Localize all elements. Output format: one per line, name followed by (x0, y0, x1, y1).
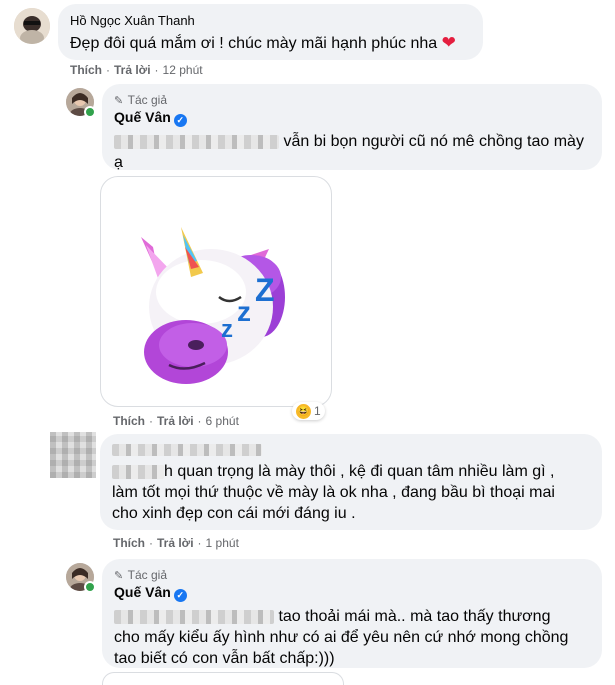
reply-button[interactable]: Trả lời (157, 536, 194, 550)
comment-actions-2: Thích · Trả lời · 6 phút (113, 414, 239, 428)
comment-text-line-1: tao thoải mái mà.. mà tao thấy thương (278, 608, 551, 625)
author-row: Quế Vân ✓ (114, 109, 590, 127)
unicorn-sticker-image: z z Z (141, 227, 285, 384)
avatar-photo (14, 8, 50, 44)
comment-author[interactable]: Quế Vân (114, 584, 171, 600)
comment-author[interactable]: Hồ Ngọc Xuân Thanh (70, 13, 471, 28)
reply-button[interactable]: Trả lời (157, 414, 194, 428)
comment-text-line-2: cho mấy kiểu ấy hình như có ai để yêu nê… (114, 629, 569, 646)
comment-bubble-3: h quan trọng là mày thôi , kệ đi quan tâ… (100, 434, 602, 530)
comment-text-line-3: tao biết có con vẫn bất chấp:))) (114, 650, 335, 667)
comment-text: h quan trọng là mày thôi , kệ đi quan tâ… (112, 461, 590, 524)
verified-badge-icon: ✓ (173, 589, 187, 602)
comment-bubble-1: Hồ Ngọc Xuân Thanh Đẹp đôi quá mắm ơi ! … (58, 4, 483, 60)
reaction-summary[interactable]: 😆 1 (292, 402, 325, 420)
comment-text: Đẹp đôi quá mắm ơi ! chúc mày mãi hạnh p… (70, 32, 471, 54)
comment-timestamp[interactable]: 12 phút (163, 63, 203, 77)
online-status-dot (84, 581, 96, 593)
avatar-ho-ngoc-xuan-thanh[interactable] (14, 8, 50, 44)
comment-text-content: vẫn bi bọn người cũ nó mê chồng tao mày (283, 133, 584, 150)
author-role-label: Tác giả (127, 568, 168, 582)
like-button[interactable]: Thích (70, 63, 102, 77)
comment-text: tao thoải mái mà.. mà tao thấy thương ch… (114, 606, 590, 669)
comment-bubble-2: ✎ Tác giả Quế Vân ✓ vẫn bi bọn người cũ n… (102, 84, 602, 173)
blurred-text (114, 134, 279, 149)
svg-text:Z: Z (255, 272, 275, 308)
haha-reaction-icon: 😆 (296, 403, 311, 419)
author-role-label: Tác giả (127, 93, 168, 107)
comment-author[interactable]: Quế Vân (114, 109, 171, 125)
author-row: Quế Vân ✓ (114, 584, 590, 602)
verified-badge-icon: ✓ (173, 114, 187, 127)
comment-text-line-1: h quan trọng là mày thôi , kệ đi quan tâ… (164, 463, 555, 480)
comment-text: vẫn bi bọn người cũ nó mê chồng tao mày … (114, 131, 590, 173)
blurred-text (112, 464, 164, 479)
reply-button[interactable]: Trả lời (114, 63, 151, 77)
sleeping-unicorn-sticker[interactable]: z z Z (100, 176, 332, 407)
comment-text-line-2: ạ (114, 154, 123, 171)
pencil-icon: ✎ (114, 95, 124, 107)
svg-text:z: z (221, 316, 233, 343)
comment-text-line-3: cho xinh đẹp con cái mới đáng iu . (112, 505, 356, 522)
red-heart-icon: ❤ (441, 33, 456, 52)
online-status-dot (84, 106, 96, 118)
blurred-text (112, 443, 262, 456)
like-button[interactable]: Thích (113, 536, 145, 550)
blurred-author-name (112, 441, 590, 457)
comment-timestamp[interactable]: 6 phút (206, 414, 239, 428)
comment-text-line-2: làm tốt mọi thứ thuộc về mày là ok nha ,… (112, 484, 555, 501)
comment-actions-1: Thích · Trả lời · 12 phút (70, 63, 203, 77)
author-role-row: ✎ Tác giả (114, 91, 590, 107)
comment-text-content: Đẹp đôi quá mắm ơi ! chúc mày mãi hạnh p… (70, 35, 438, 52)
comment-actions-3: Thích · Trả lời · 1 phút (113, 536, 239, 550)
svg-text:z: z (237, 296, 251, 327)
avatar-blurred[interactable] (50, 432, 96, 478)
reaction-count: 1 (314, 404, 321, 418)
next-comment-edge (102, 672, 344, 685)
like-button[interactable]: Thích (113, 414, 145, 428)
blurred-text (114, 609, 274, 624)
comment-bubble-4: ✎ Tác giả Quế Vân ✓ tao thoải mái mà.. mà… (102, 559, 602, 668)
author-role-row: ✎ Tác giả (114, 566, 590, 582)
pencil-icon: ✎ (114, 570, 124, 582)
comment-timestamp[interactable]: 1 phút (206, 536, 239, 550)
